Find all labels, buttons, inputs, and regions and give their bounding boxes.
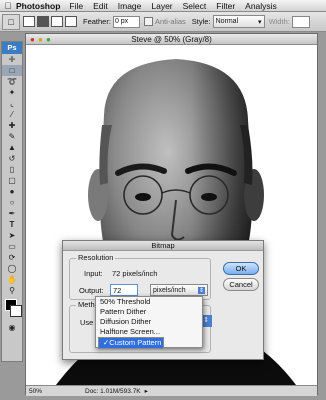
menu-image[interactable]: Image [118,1,142,11]
menu-select[interactable]: Select [183,1,207,11]
menu-item-halftone-screen[interactable]: Halftone Screen... [96,327,202,337]
style-value: Normal [215,18,239,25]
input-label: Input: [84,269,103,278]
menu-edit[interactable]: Edit [93,1,108,11]
chevron-updown-icon: ⇕ [197,286,205,294]
background-color[interactable] [10,305,22,317]
status-arrow-icon[interactable]: ▸ [145,387,148,395]
healing-brush-icon[interactable]: ✚ [2,120,22,131]
marquee-tool-icon[interactable]: □ [2,65,22,76]
style-select[interactable]: Normal ▾ [212,15,265,28]
add-selection-icon[interactable] [37,16,49,27]
minimize-icon[interactable]: ● [38,34,43,45]
zoom-icon[interactable]: ● [46,34,51,45]
feather-label: Feather: [83,17,111,26]
shape-tool-icon[interactable]: ▭ [2,241,22,252]
eraser-icon[interactable]: ▯ [2,164,22,175]
menu-file[interactable]: File [69,1,83,11]
path-select-icon[interactable]: ➤ [2,230,22,241]
tools-panel: Ps ✛ □ ➰ ✦ ⌞ ⁄ ✚ ✎ ▲ ↺ ▯ ▢ ● ○ ✒ T ➤ ▭ ⟳… [1,41,23,362]
style-label: Style: [191,17,211,26]
quick-mask-icon[interactable]: ◉ [2,322,22,333]
color-swatches[interactable] [2,296,22,322]
move-tool-icon[interactable]: ✛ [2,54,22,65]
lasso-tool-icon[interactable]: ➰ [2,76,22,87]
menu-item-custom-pattern[interactable]: ✓ Custom Pattern [98,337,165,349]
gradient-tool-icon[interactable]: ▢ [2,175,22,186]
method-popup-menu: 50% Threshold Pattern Dither Diffusion D… [95,296,203,349]
ok-button[interactable]: OK [223,262,259,275]
chevron-down-icon: ▾ [258,18,262,26]
resolution-legend: Resolution [76,253,116,262]
brush-tool-icon[interactable]: ✎ [2,131,22,142]
menu-item-label: Custom Pattern [109,338,162,347]
3d-rotate-icon[interactable]: ⟳ [2,252,22,263]
cancel-button[interactable]: Cancel [223,278,259,291]
menu-bar:  Photoshop File Edit Image Layer Select… [0,0,326,12]
output-resolution-input[interactable]: 72 [110,284,138,296]
3d-orbit-icon[interactable]: ◯ [2,263,22,274]
width-label: Width: [268,17,290,26]
output-label: Output: [79,286,104,295]
status-bar: 50% Doc: 1.01M/593.7K ▸ [26,385,317,396]
pen-tool-icon[interactable]: ✒ [2,208,22,219]
zoom-level[interactable]: 50% [26,388,55,395]
dodge-tool-icon[interactable]: ○ [2,197,22,208]
antialias-label: Anti-alias [154,17,186,26]
input-value: 72 pixels/inch [112,269,158,278]
feather-input[interactable]: 0 px [112,15,140,28]
menu-item-50-threshold[interactable]: 50% Threshold [96,297,202,307]
dialog-title: Bitmap [63,241,263,251]
document-title-text: Steve @ 50% (Gray/8) [131,35,212,44]
crop-tool-icon[interactable]: ⌞ [2,98,22,109]
use-label: Use [80,318,94,327]
type-tool-icon[interactable]: T [2,219,22,230]
menu-item-pattern-dither[interactable]: Pattern Dither [96,307,202,317]
output-unit-value: pixels/inch [153,286,186,294]
history-brush-icon[interactable]: ↺ [2,153,22,164]
zoom-tool-icon[interactable]: ⚲ [2,285,22,296]
blur-tool-icon[interactable]: ● [2,186,22,197]
document-title: ● ● ● Steve @ 50% (Gray/8) [26,34,317,45]
subtract-selection-icon[interactable] [51,16,63,27]
close-icon[interactable]: ● [30,34,35,45]
apple-icon[interactable]:  [0,1,16,11]
output-unit-select[interactable]: pixels/inch ⇕ [150,284,208,296]
document-info: Doc: 1.01M/593.7K [85,387,141,395]
options-bar: □ Feather: 0 px Anti-alias Style: Normal… [0,12,326,32]
menu-item-diffusion-dither[interactable]: Diffusion Dither [96,317,202,327]
eyedropper-icon[interactable]: ⁄ [2,109,22,120]
new-selection-icon[interactable] [23,16,35,27]
antialias-checkbox[interactable] [143,17,153,26]
app-menu[interactable]: Photoshop [16,1,60,11]
method-legend: Meth [76,300,97,309]
hand-tool-icon[interactable]: ✋ [2,274,22,285]
width-input[interactable] [291,15,310,28]
clone-stamp-icon[interactable]: ▲ [2,142,22,153]
menu-analysis[interactable]: Analysis [245,1,277,11]
magic-wand-icon[interactable]: ✦ [2,87,22,98]
intersect-selection-icon[interactable] [65,16,77,27]
marquee-tool-icon[interactable]: □ [2,13,20,30]
ps-logo: Ps [2,42,22,54]
menu-filter[interactable]: Filter [216,1,235,11]
menu-layer[interactable]: Layer [151,1,172,11]
resolution-group: Resolution Input: 72 pixels/inch Output:… [69,253,211,300]
